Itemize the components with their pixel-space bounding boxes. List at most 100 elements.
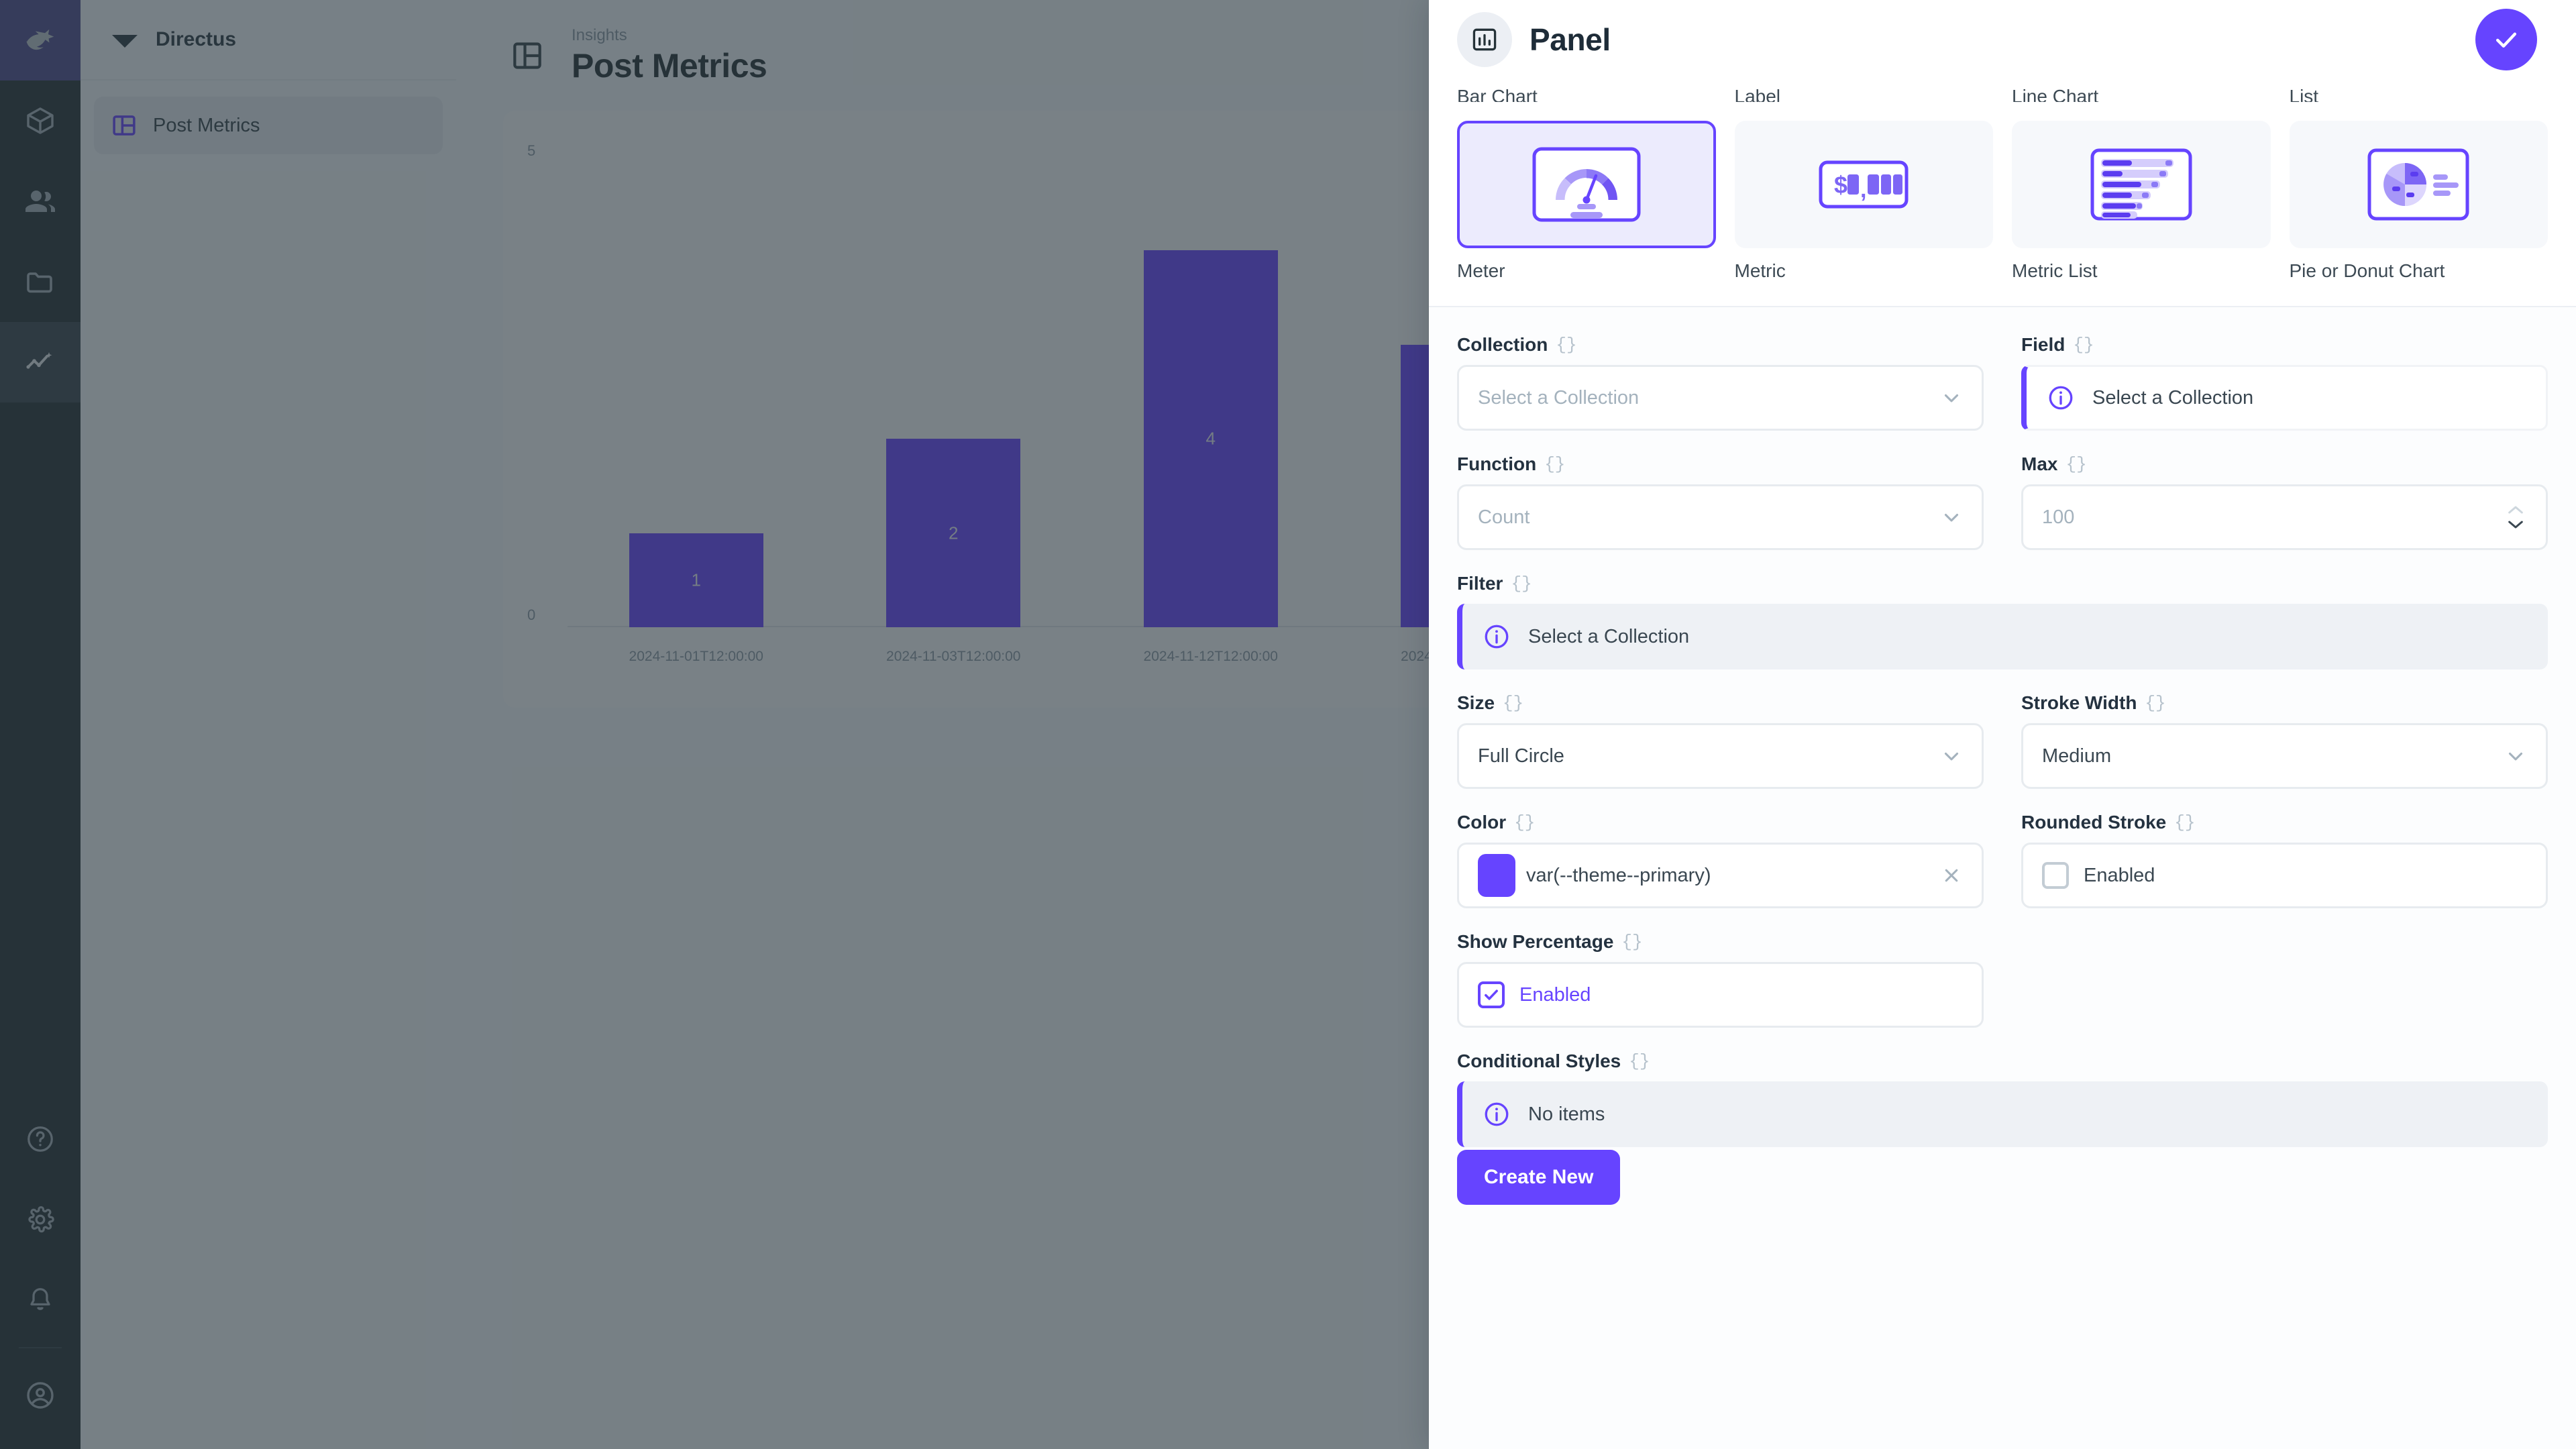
field-label: Stroke Width {} bbox=[2021, 692, 2548, 714]
collection-select-value: Select a Collection bbox=[1478, 386, 1640, 409]
raw-value-toggle-icon[interactable]: {} bbox=[1556, 335, 1576, 355]
stroke-width-select[interactable]: Medium bbox=[2021, 723, 2548, 789]
module-item-notifications[interactable] bbox=[0, 1260, 80, 1340]
bar[interactable]: 1 bbox=[629, 533, 763, 627]
field-max: Max {} 100 bbox=[2021, 453, 2548, 550]
raw-value-toggle-icon[interactable]: {} bbox=[2065, 454, 2086, 474]
raw-value-toggle-icon[interactable]: {} bbox=[1514, 812, 1535, 833]
panel-type-card-metric-list[interactable]: Metric List bbox=[2012, 121, 2271, 282]
panel-type-label-label[interactable]: Label bbox=[1735, 87, 1994, 103]
filter-notice: Select a Collection bbox=[1457, 604, 2548, 669]
collection-select[interactable]: Select a Collection bbox=[1457, 365, 1984, 431]
function-select[interactable]: Count bbox=[1457, 484, 1984, 550]
y-axis-tick-min: 0 bbox=[527, 606, 536, 623]
field-label-text: Collection bbox=[1457, 334, 1548, 355]
page-title: Post Metrics bbox=[572, 46, 767, 85]
field-label-text: Color bbox=[1457, 812, 1507, 833]
rounded-stroke-label: Enabled bbox=[2084, 864, 2155, 886]
module-item-content[interactable] bbox=[0, 80, 80, 161]
field-label: Size {} bbox=[1457, 692, 1984, 714]
raw-value-toggle-icon[interactable]: {} bbox=[1503, 693, 1523, 713]
bar-value: 1 bbox=[691, 570, 701, 590]
conditional-styles-notice-text: No items bbox=[1528, 1103, 1605, 1125]
module-item-account[interactable] bbox=[0, 1355, 80, 1436]
drawer-header: Panel bbox=[1429, 0, 2576, 79]
color-input[interactable]: var(--theme--primary) bbox=[1457, 843, 1984, 908]
raw-value-toggle-icon[interactable]: {} bbox=[1544, 454, 1565, 474]
clear-color-icon[interactable] bbox=[1940, 864, 1963, 887]
module-item-insights[interactable] bbox=[0, 322, 80, 402]
field-collection: Collection {} Select a Collection bbox=[1457, 334, 1984, 431]
field-show-percentage: Show Percentage {} Enabled bbox=[1457, 931, 1984, 1028]
field-label-text: Rounded Stroke bbox=[2021, 812, 2167, 833]
module-item-settings[interactable] bbox=[0, 1179, 80, 1260]
chevron-down-icon bbox=[1940, 745, 1963, 767]
function-select-value: Count bbox=[1478, 506, 1530, 528]
show-percentage-checkbox[interactable] bbox=[1478, 981, 1505, 1008]
chevron-down-icon bbox=[1940, 386, 1963, 409]
field-function: Function {} Count bbox=[1457, 453, 1984, 550]
panel-type-name: Pie or Donut Chart bbox=[2289, 260, 2445, 281]
bar-column: 4 2024-11-12T12:00:00 bbox=[1082, 144, 1340, 664]
panel-type-card-meter[interactable]: Meter bbox=[1457, 121, 1716, 282]
meter-gauge-icon bbox=[1532, 147, 1641, 222]
svg-text:$: $ bbox=[1834, 171, 1847, 199]
bar-value: 4 bbox=[1205, 428, 1216, 449]
field-label-text: Field bbox=[2021, 334, 2065, 355]
project-header[interactable]: Directus bbox=[80, 0, 456, 80]
rounded-stroke-checkbox[interactable] bbox=[2042, 862, 2069, 889]
bar[interactable]: 4 bbox=[1143, 250, 1278, 627]
panel-type-label-list[interactable]: List bbox=[2290, 87, 2548, 103]
module-item-users[interactable] bbox=[0, 161, 80, 241]
max-number-input[interactable]: 100 bbox=[2021, 484, 2548, 550]
module-item-files[interactable] bbox=[0, 241, 80, 322]
panel-type-thumb: $ , bbox=[1734, 121, 1993, 248]
module-divider bbox=[19, 1347, 62, 1348]
panel-type-card-pie-donut[interactable]: Pie or Donut Chart bbox=[2289, 121, 2548, 282]
raw-value-toggle-icon[interactable]: {} bbox=[1621, 932, 1642, 952]
create-new-button[interactable]: Create New bbox=[1457, 1150, 1621, 1205]
dashboard-icon bbox=[110, 111, 138, 140]
field-label-text: Stroke Width bbox=[2021, 692, 2137, 713]
panel-type-thumb bbox=[2012, 121, 2271, 248]
field-label: Collection {} bbox=[1457, 334, 1984, 356]
show-percentage-checkbox-shell[interactable]: Enabled bbox=[1457, 962, 1984, 1028]
field-label-text: Filter bbox=[1457, 573, 1503, 594]
panel-type-label-bar-chart[interactable]: Bar Chart bbox=[1457, 87, 1716, 103]
save-button[interactable] bbox=[2475, 9, 2537, 70]
number-stepper[interactable] bbox=[2504, 503, 2527, 531]
breadcrumb[interactable]: Insights bbox=[572, 26, 767, 45]
directus-logo[interactable] bbox=[0, 0, 80, 80]
color-swatch[interactable] bbox=[1478, 854, 1515, 897]
svg-text:,: , bbox=[1860, 177, 1866, 203]
color-input-value: var(--theme--primary) bbox=[1526, 864, 1711, 886]
sidebar-item-post-metrics[interactable]: Post Metrics bbox=[94, 97, 443, 154]
field-label: Field {} bbox=[2021, 334, 2548, 356]
panel-type-name: Metric bbox=[1734, 260, 1786, 281]
drawer-body: Bar Chart Label Line Chart List Meter $ … bbox=[1429, 79, 2576, 1449]
panel-type-card-metric[interactable]: $ , Metric bbox=[1734, 121, 1993, 282]
panel-type-label-line-chart[interactable]: Line Chart bbox=[2012, 87, 2271, 103]
panel-type-thumb bbox=[1457, 121, 1716, 248]
raw-value-toggle-icon[interactable]: {} bbox=[1629, 1051, 1650, 1071]
bar[interactable]: 2 bbox=[886, 439, 1021, 627]
rounded-stroke-checkbox-shell[interactable]: Enabled bbox=[2021, 843, 2548, 908]
filter-notice-text: Select a Collection bbox=[1528, 625, 1690, 647]
raw-value-toggle-icon[interactable]: {} bbox=[1511, 574, 1532, 594]
module-bar bbox=[0, 0, 80, 1449]
x-axis-tick-label: 2024-11-01T12:00:00 bbox=[629, 649, 763, 664]
chevron-down-icon bbox=[1940, 506, 1963, 529]
raw-value-toggle-icon[interactable]: {} bbox=[2073, 335, 2094, 355]
panel-type-thumb bbox=[2289, 121, 2548, 248]
panel-type-picker: Bar Chart Label Line Chart List Meter $ … bbox=[1429, 79, 2576, 307]
field-label: Max {} bbox=[2021, 453, 2548, 475]
metric-dollar-icon: $ , bbox=[1819, 160, 1909, 209]
navigation-sidebar: Directus Post Metrics bbox=[80, 0, 456, 1449]
raw-value-toggle-icon[interactable]: {} bbox=[2145, 693, 2165, 713]
sidebar-item-label: Post Metrics bbox=[153, 114, 260, 136]
module-item-help[interactable] bbox=[0, 1099, 80, 1179]
size-select[interactable]: Full Circle bbox=[1457, 723, 1984, 789]
field-rounded-stroke: Rounded Stroke {} Enabled bbox=[2021, 812, 2548, 908]
raw-value-toggle-icon[interactable]: {} bbox=[2174, 812, 2195, 833]
navigation-list: Post Metrics bbox=[80, 80, 456, 170]
